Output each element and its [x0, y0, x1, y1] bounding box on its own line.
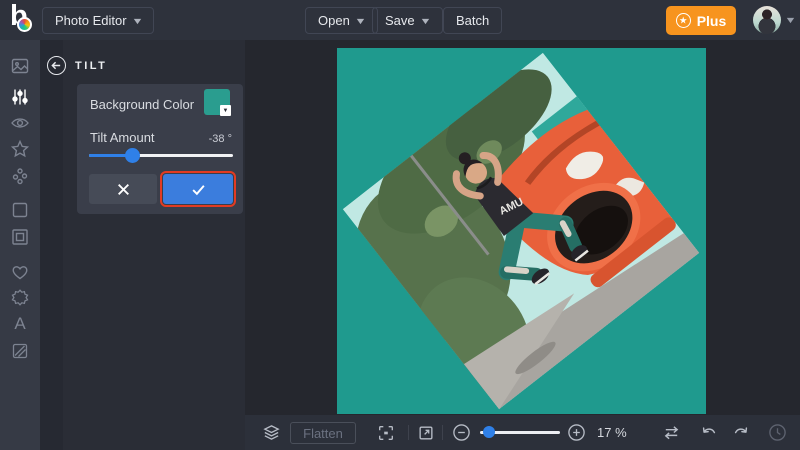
checkmark-icon [191, 182, 206, 197]
sidebar-item-favorites[interactable] [10, 262, 30, 282]
cancel-button[interactable] [89, 174, 157, 204]
zoom-slider[interactable] [480, 431, 560, 434]
adjust-sliders-icon [10, 87, 30, 107]
flatten-label: Flatten [303, 426, 343, 441]
image-icon [10, 56, 30, 76]
chevron-down-icon: ▼ [354, 16, 366, 26]
flatten-button[interactable]: Flatten [290, 422, 356, 444]
confirm-button[interactable] [163, 174, 233, 204]
sidebar-item-graphics[interactable] [10, 288, 30, 308]
fit-screen-icon [377, 424, 395, 442]
sidebar-item-text[interactable]: A [10, 314, 30, 334]
tilt-options-card: Background Color ▼ Tilt Amount -38 ° [77, 84, 243, 214]
tilt-panel: TILT Background Color ▼ Tilt Amount -38 … [40, 40, 245, 450]
panel-back-strip [40, 40, 63, 450]
tilt-slider-thumb[interactable] [125, 148, 140, 163]
plus-circle-icon [567, 423, 586, 442]
batch-button[interactable]: Batch [443, 7, 502, 34]
tilt-slider[interactable] [89, 148, 233, 163]
arrow-left-icon [51, 60, 62, 71]
back-button[interactable] [47, 56, 66, 75]
save-button[interactable]: Save ▼ [372, 7, 443, 34]
chevron-down-icon: ▼ [419, 16, 431, 26]
toolbar-divider [408, 425, 409, 440]
sidebar-item-edit[interactable] [10, 56, 30, 76]
background-color-label: Background Color [90, 97, 194, 112]
plus-label: Plus [697, 13, 727, 29]
user-avatar[interactable] [753, 6, 781, 34]
open-button[interactable]: Open ▼ [305, 7, 378, 34]
tools-sidebar: A ? [0, 40, 40, 450]
compare-button[interactable] [657, 415, 685, 450]
zoom-percentage: 17 % [597, 415, 627, 450]
open-in-new-icon [417, 424, 435, 442]
redo-icon [732, 424, 750, 442]
badge-icon [10, 288, 30, 308]
sidebar-item-effects[interactable] [10, 113, 30, 133]
close-icon [116, 182, 131, 197]
compare-arrows-icon [662, 423, 681, 442]
panel-title: TILT [75, 60, 107, 72]
bottom-toolbar: Flatten 17 % [245, 415, 800, 450]
minus-circle-icon [452, 423, 471, 442]
sidebar-item-crop-square[interactable] [10, 200, 30, 220]
sidebar-item-textures[interactable] [10, 341, 30, 361]
dots-icon [10, 166, 30, 186]
app-switcher-menu[interactable]: Photo Editor ▼ [42, 7, 154, 34]
workspace: AMU [245, 40, 800, 415]
sidebar-item-frames[interactable] [10, 227, 30, 247]
layers-icon [262, 423, 281, 442]
swatch-dropdown-icon: ▼ [220, 105, 231, 116]
tilt-amount-label: Tilt Amount [90, 130, 155, 145]
avatar-chevron-down-icon[interactable]: ▼ [784, 15, 796, 25]
square-icon [10, 200, 30, 220]
app-switcher-label: Photo Editor [55, 13, 127, 28]
redo-button[interactable] [727, 415, 755, 450]
fullscreen-button[interactable] [413, 415, 439, 450]
photo-scene: AMU [343, 53, 700, 410]
top-bar: b Photo Editor ▼ Open ▼ Save ▼ Batch ★ P… [0, 0, 800, 40]
canvas-photo[interactable]: AMU [343, 53, 700, 410]
frame-icon [10, 227, 30, 247]
background-color-swatch[interactable]: ▼ [204, 89, 230, 115]
sidebar-item-artsy[interactable] [10, 139, 30, 159]
layers-button[interactable] [259, 415, 283, 450]
canvas: AMU [337, 48, 706, 414]
fit-to-screen-button[interactable] [373, 415, 399, 450]
star-circle-icon: ★ [676, 13, 691, 28]
zoom-in-button[interactable] [563, 415, 589, 450]
zoom-slider-thumb[interactable] [483, 426, 495, 438]
sidebar-item-touchup[interactable] [10, 166, 30, 186]
sidebar-item-adjust[interactable] [10, 87, 30, 107]
undo-button[interactable] [695, 415, 723, 450]
text-tool-icon: A [14, 314, 25, 334]
befunky-logo[interactable]: b [10, 4, 40, 36]
toolbar-divider [442, 425, 443, 440]
eye-icon [10, 113, 30, 133]
plus-upgrade-button[interactable]: ★ Plus [666, 6, 736, 35]
chevron-down-icon: ▼ [131, 16, 143, 26]
star-icon [10, 139, 30, 159]
open-label: Open [318, 13, 350, 28]
texture-icon [10, 341, 30, 361]
history-button[interactable] [763, 415, 791, 450]
heart-icon [10, 262, 30, 282]
save-label: Save [385, 13, 415, 28]
zoom-out-button[interactable] [448, 415, 474, 450]
tilt-amount-value: -38 ° [209, 133, 232, 145]
logo-color-disc [17, 17, 32, 32]
batch-label: Batch [456, 13, 489, 28]
history-clock-icon [768, 423, 787, 442]
undo-icon [700, 424, 718, 442]
